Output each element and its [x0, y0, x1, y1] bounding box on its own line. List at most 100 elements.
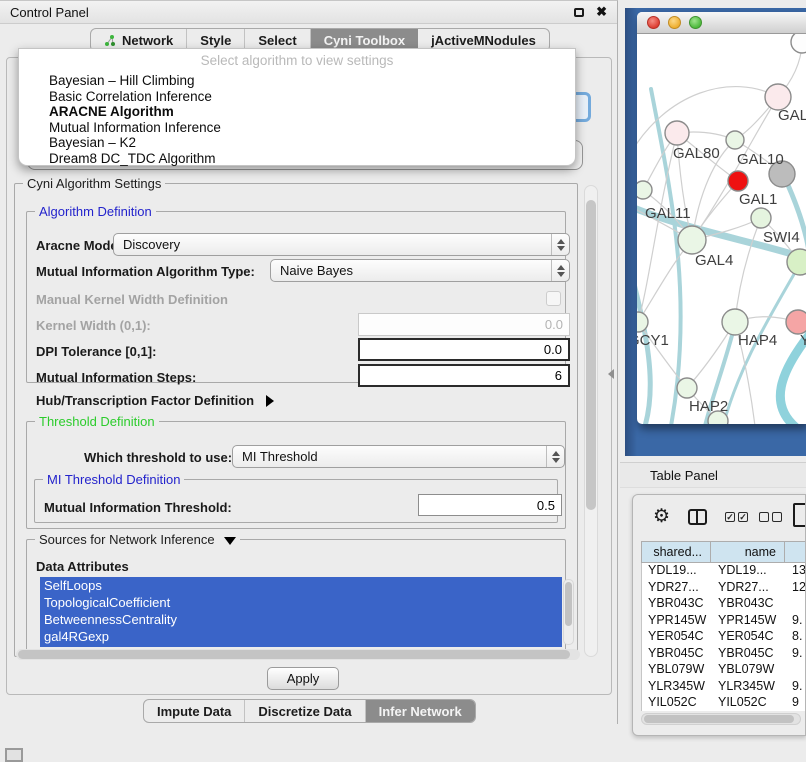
splitter-collapse-icon[interactable] — [608, 369, 614, 379]
control-panel-titlebar: Control Panel ✖ — [0, 1, 617, 24]
network-edge[interactable] — [638, 240, 692, 322]
close-traffic-light-icon[interactable] — [647, 16, 660, 29]
attribute-list-scrollbar[interactable] — [563, 579, 574, 645]
expand-right-icon — [266, 395, 274, 407]
table-row[interactable]: YIL052CYIL052C9 — [642, 695, 806, 711]
manual-kernel-label: Manual Kernel Width Definition — [36, 292, 228, 307]
threshold-definition-legend: Threshold Definition — [35, 414, 159, 429]
table-cell: YBL079W — [712, 662, 786, 679]
network-node-gal11[interactable] — [637, 181, 652, 199]
table-cell: YBR043C — [712, 596, 786, 613]
hub-definition-label: Hub/Transcription Factor Definition — [36, 393, 254, 408]
sources-legend[interactable]: Sources for Network Inference — [35, 532, 240, 547]
table-panel-title: Table Panel — [650, 468, 718, 483]
network-edge[interactable] — [638, 133, 677, 322]
mi-steps-field[interactable] — [358, 364, 570, 387]
bottom-tab-impute-data[interactable]: Impute Data — [144, 700, 245, 722]
minimize-traffic-light-icon[interactable] — [668, 16, 681, 29]
deselect-all-icon[interactable] — [759, 512, 782, 522]
table-cell: YDR27... — [642, 580, 712, 597]
column-header-name[interactable]: name — [711, 541, 785, 563]
table-row[interactable]: YLR345WYLR345W9. — [642, 679, 806, 696]
column-header-shared[interactable]: shared... — [641, 541, 711, 563]
mi-type-label: Mutual Information Algorithm Type: — [36, 264, 255, 279]
table-row[interactable]: YER054CYER054C8. — [642, 629, 806, 646]
table-cell: YDL19... — [642, 563, 712, 580]
attribute-item-gal4rgexp[interactable]: gal4RGexp — [40, 628, 562, 645]
table-row[interactable]: YDL19...YDL19...13 — [642, 563, 806, 580]
zoom-traffic-light-icon[interactable] — [689, 16, 702, 29]
table-row[interactable]: YDR27...YDR27...12 — [642, 580, 806, 597]
table-cell — [786, 596, 806, 613]
algorithm-option-basic-correlation-inference[interactable]: Basic Correlation Inference — [19, 89, 575, 105]
network-node-swi4[interactable] — [787, 249, 806, 275]
table-panel-header: Table Panel — [620, 462, 806, 488]
network-node-y[interactable] — [786, 310, 806, 334]
table-horizontal-scrollbar[interactable] — [641, 713, 801, 725]
select-all-icon[interactable]: ✓✓ — [725, 512, 748, 522]
settings-vertical-scrollbar[interactable] — [584, 185, 598, 657]
network-node-gal1[interactable] — [751, 208, 771, 228]
table-cell — [786, 662, 806, 679]
hub-definition-toggle[interactable]: Hub/Transcription Factor Definition — [36, 393, 274, 408]
algorithm-dropdown-popup: Select algorithm to view settings Bayesi… — [18, 48, 576, 166]
network-node-gal10[interactable] — [726, 131, 744, 149]
network-node[interactable] — [728, 171, 748, 191]
table-row[interactable]: YBL079WYBL079W — [642, 662, 806, 679]
table-cell: YER054C — [712, 629, 786, 646]
table-cell: YBR043C — [642, 596, 712, 613]
network-edge[interactable] — [735, 218, 761, 322]
tab-label: Style — [200, 33, 231, 48]
minimized-panel-icon[interactable] — [5, 748, 23, 762]
network-canvas[interactable]: GALGAL80GAL10GAL11GAL1GAL4SWI4GCY1HAP4YH… — [637, 34, 806, 424]
settings-horizontal-scrollbar[interactable] — [16, 649, 580, 660]
table-cell: 9. — [786, 613, 806, 630]
network-node-gal4[interactable] — [678, 226, 706, 254]
float-panel-icon[interactable] — [574, 8, 584, 17]
bottom-tab-infer-network[interactable]: Infer Network — [366, 700, 475, 722]
table-cell: YDL19... — [712, 563, 786, 580]
close-icon[interactable]: ✖ — [596, 4, 607, 20]
table-row[interactable]: YPR145WYPR145W9. — [642, 613, 806, 630]
aracne-mode-select[interactable]: Discovery — [113, 233, 570, 256]
bottom-tab-discretize-data[interactable]: Discretize Data — [245, 700, 365, 722]
columns-icon[interactable] — [688, 509, 707, 525]
dpi-tolerance-field[interactable] — [358, 338, 570, 361]
network-node-gal80[interactable] — [665, 121, 689, 145]
network-node[interactable] — [791, 34, 806, 53]
apply-button[interactable]: Apply — [267, 667, 339, 690]
tab-label: Select — [258, 33, 296, 48]
collapse-down-icon — [224, 537, 236, 545]
algorithm-option-bayesian-hill-climbing[interactable]: Bayesian – Hill Climbing — [19, 73, 575, 89]
table-row[interactable]: YBR043CYBR043C — [642, 596, 806, 613]
kernel-width-field[interactable] — [358, 313, 570, 336]
table-cell: 9. — [786, 679, 806, 696]
mi-threshold-field[interactable] — [418, 494, 562, 516]
node-label-swi4: SWI4 — [763, 229, 800, 246]
data-attributes-list[interactable]: SelfLoopsTopologicalCoefficientBetweenne… — [40, 577, 562, 647]
table-cell: YIL052C — [712, 695, 786, 711]
panel-title: Control Panel — [10, 5, 574, 20]
attribute-item-betweennesscentrality[interactable]: BetweennessCentrality — [40, 611, 562, 628]
column-header-cut[interactable] — [785, 541, 806, 563]
which-threshold-select[interactable]: MI Threshold — [232, 445, 565, 468]
mi-threshold-legend: MI Threshold Definition — [43, 472, 184, 487]
network-window: GALGAL80GAL10GAL11GAL1GAL4SWI4GCY1HAP4YH… — [637, 12, 806, 424]
algorithm-option-aracne-algorithm[interactable]: ARACNE Algorithm — [19, 104, 575, 120]
algorithm-option-mutual-information-inference[interactable]: Mutual Information Inference — [19, 120, 575, 136]
table-cell: YDR27... — [712, 580, 786, 597]
attribute-item-topologicalcoefficient[interactable]: TopologicalCoefficient — [40, 594, 562, 611]
page-icon[interactable] — [793, 503, 806, 527]
node-label-gal80: GAL80 — [673, 145, 720, 162]
algorithm-option-dream8-dc-tdc-algorithm[interactable]: Dream8 DC_TDC Algorithm — [19, 151, 575, 167]
manual-kernel-checkbox[interactable] — [546, 291, 561, 306]
gear-icon[interactable]: ⚙ — [653, 505, 670, 528]
algorithm-option-bayesian-k2[interactable]: Bayesian – K2 — [19, 135, 575, 151]
node-label-y: Y — [800, 332, 806, 349]
table-row[interactable]: YBR045CYBR045C9. — [642, 646, 806, 663]
mi-type-select[interactable]: Naive Bayes — [270, 259, 570, 282]
table-cell: 8. — [786, 629, 806, 646]
network-node-hap2[interactable] — [677, 378, 697, 398]
node-label-gal11: GAL11 — [645, 205, 691, 222]
attribute-item-selfloops[interactable]: SelfLoops — [40, 577, 562, 594]
